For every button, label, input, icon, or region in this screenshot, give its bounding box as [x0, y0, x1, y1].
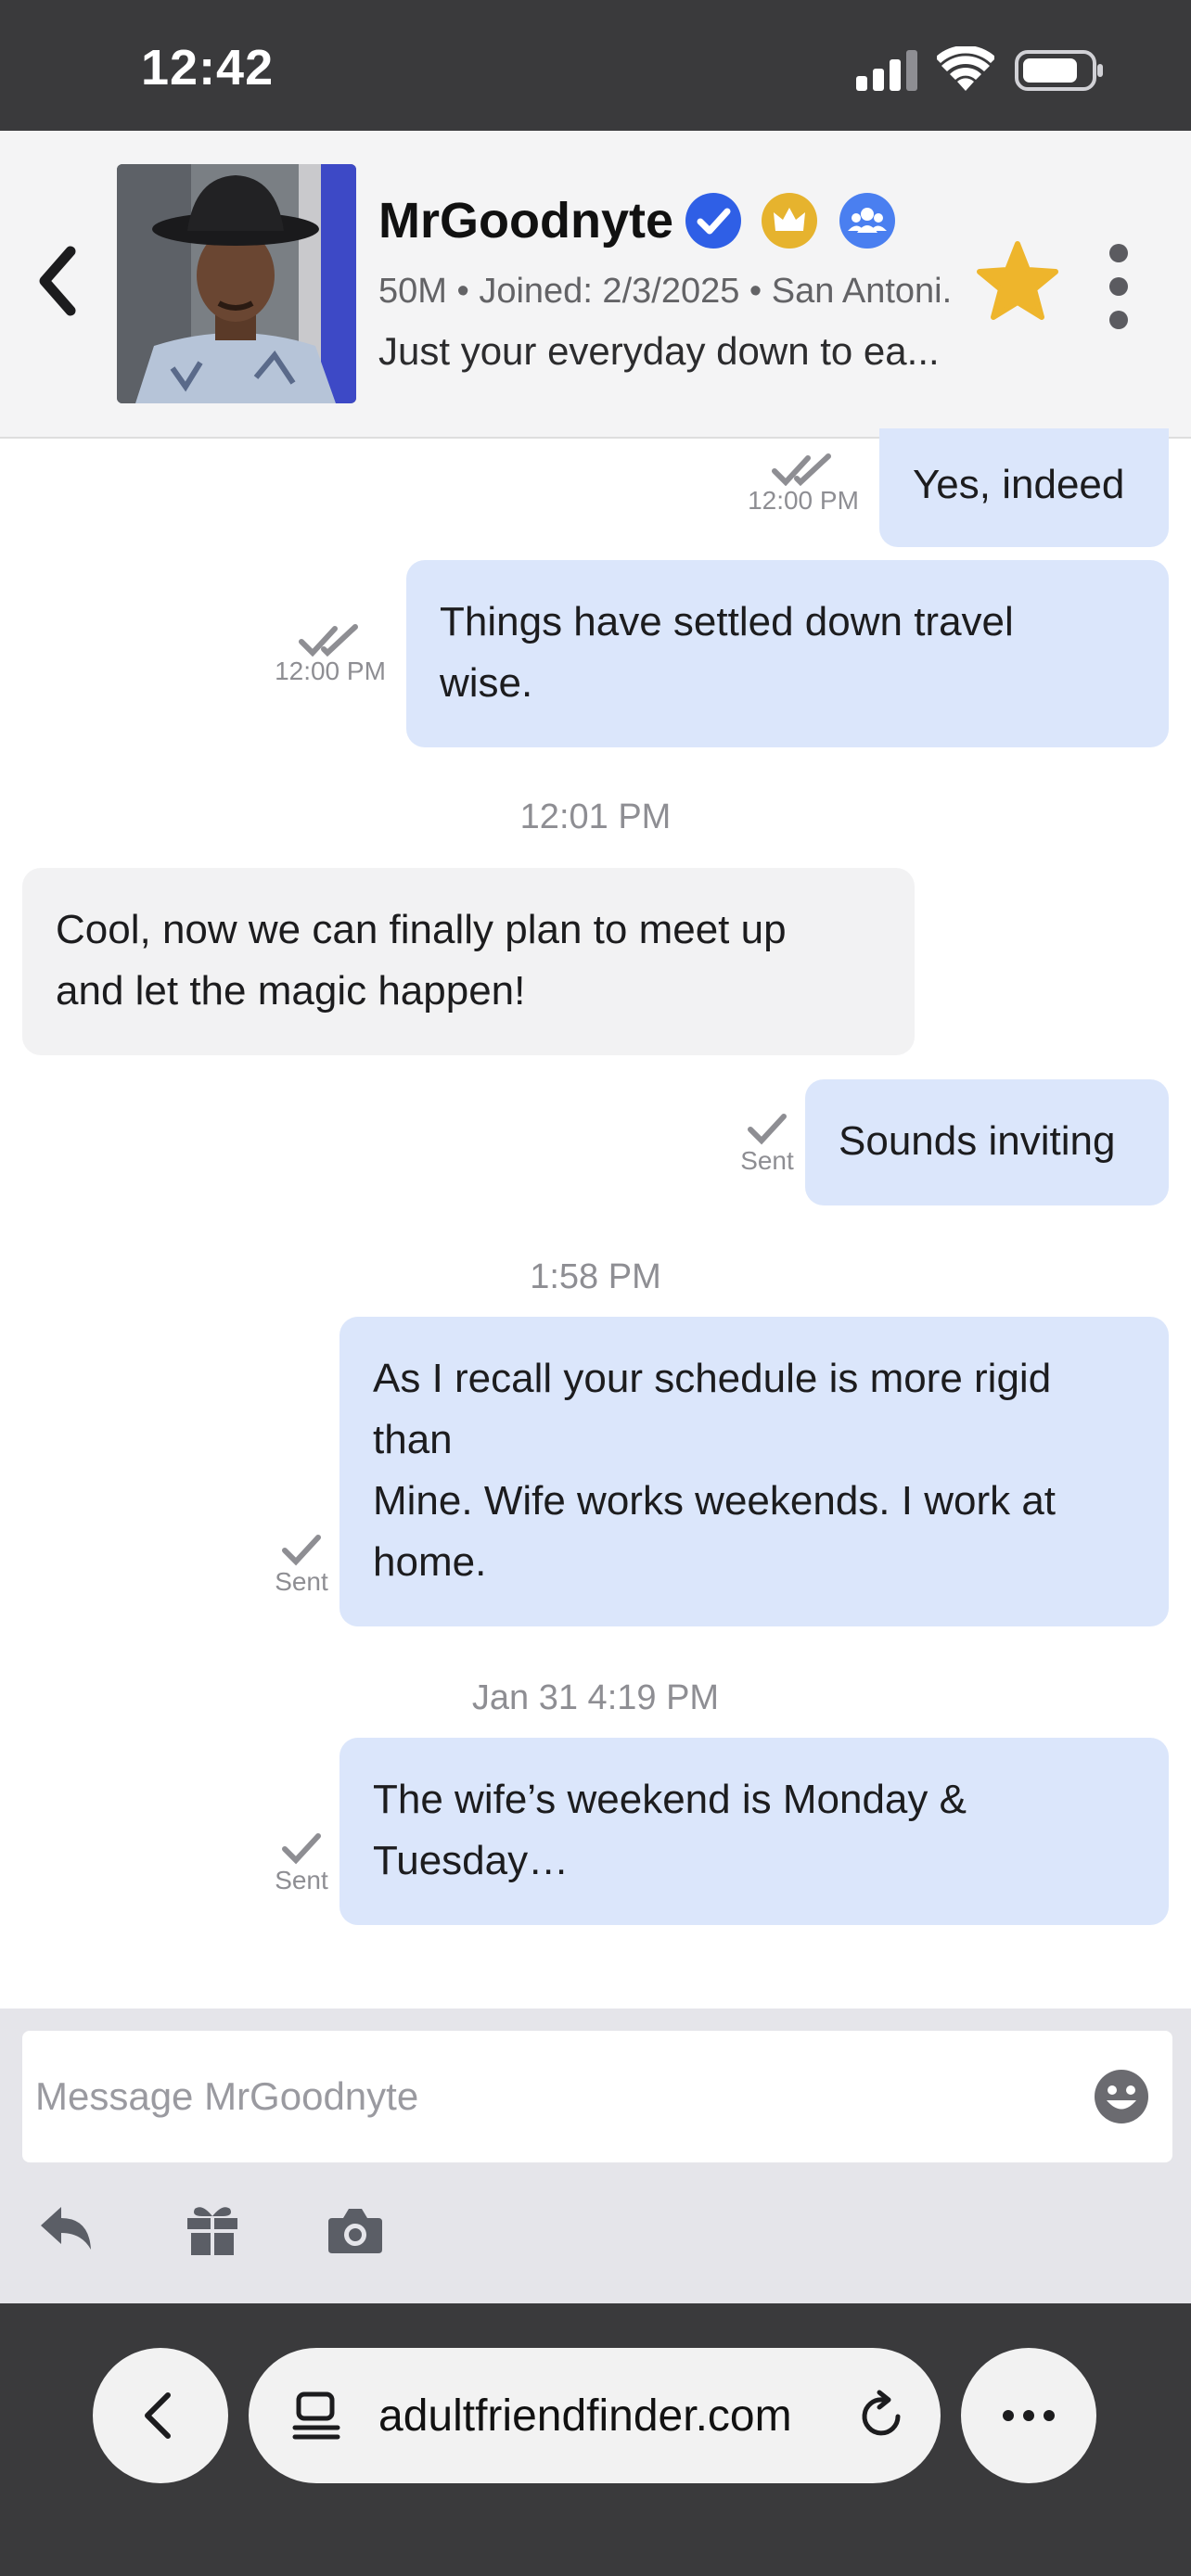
group-icon — [839, 192, 896, 249]
sent-receipt: Sent — [724, 1113, 811, 1176]
browser-more-button[interactable] — [961, 2348, 1096, 2483]
message-bubble-outgoing[interactable]: Sounds inviting — [805, 1079, 1169, 1205]
message-text: Sounds inviting — [839, 1118, 1116, 1164]
read-receipt: 12:00 PM — [275, 623, 386, 686]
receipt-time: 12:00 PM — [748, 486, 859, 515]
sent-receipt: Sent — [258, 1534, 345, 1597]
check-icon — [282, 1535, 321, 1566]
reply-icon[interactable] — [37, 2201, 95, 2259]
receipt-status: Sent — [740, 1146, 794, 1175]
more-horizontal-icon — [1003, 2410, 1055, 2421]
message-bubble-outgoing[interactable]: Yes, indeed — [879, 428, 1169, 547]
message-bubble-outgoing[interactable]: The wife’s weekend is Monday & Tuesday… — [339, 1738, 1169, 1925]
status-time: 12:42 — [141, 40, 275, 96]
profile-tagline: Just your everyday down to ea... — [378, 329, 940, 373]
gift-icon[interactable] — [184, 2201, 241, 2259]
receipt-time: 12:00 PM — [275, 657, 386, 685]
url-text: adultfriendfinder.com — [378, 2391, 792, 2441]
message-text: The wife’s weekend is Monday & Tuesday… — [373, 1777, 967, 1883]
sent-receipt: Sent — [258, 1832, 345, 1895]
signal-icon — [856, 50, 917, 91]
avatar[interactable] — [117, 164, 356, 403]
time-divider: Jan 31 4:19 PM — [471, 1678, 720, 1717]
composer — [0, 2009, 1191, 2303]
avatar-photo — [117, 164, 356, 403]
message-bubble-incoming[interactable]: Cool, now we can finally plan to meet up… — [22, 868, 915, 1055]
message-text: Yes, indeed — [913, 462, 1125, 507]
message-bubble-outgoing[interactable]: Things have settled down travel wise. — [406, 560, 1169, 747]
receipt-status: Sent — [275, 1567, 328, 1596]
browser-toolbar: adultfriendfinder.com — [0, 2303, 1191, 2576]
time-divider: 12:01 PM — [519, 797, 672, 836]
battery-icon — [1015, 50, 1103, 91]
chevron-left-icon[interactable] — [33, 244, 82, 318]
more-vertical-icon[interactable] — [1100, 242, 1137, 331]
receipt-status: Sent — [275, 1866, 328, 1894]
read-receipt: 12:00 PM — [748, 453, 859, 516]
message-text: As I recall your schedule is more rigid … — [373, 1356, 1057, 1585]
browser-back-button[interactable] — [93, 2348, 228, 2483]
message-bubble-outgoing[interactable]: As I recall your schedule is more rigid … — [339, 1317, 1169, 1626]
emoji-icon[interactable] — [1093, 2068, 1150, 2125]
crown-icon — [761, 192, 818, 249]
camera-icon[interactable] — [327, 2201, 384, 2259]
profile-name[interactable]: MrGoodnyte — [378, 192, 673, 249]
check-icon — [282, 1833, 321, 1865]
double-check-icon — [299, 624, 358, 657]
profile-meta: 50M • Joined: 2/3/2025 • San Antoni... — [378, 272, 954, 311]
tabs-icon[interactable] — [291, 2389, 345, 2442]
double-check-icon — [772, 453, 831, 486]
chat-header: MrGoodnyte 50M • Joined: 2/3/2025 • San … — [0, 131, 1191, 439]
message-text: Cool, now we can finally plan to meet up… — [56, 907, 787, 1014]
message-input[interactable] — [22, 2031, 1172, 2162]
status-bar: 12:42 — [0, 0, 1191, 131]
reload-icon[interactable] — [855, 2389, 909, 2442]
time-divider: 1:58 PM — [530, 1257, 661, 1296]
check-icon — [748, 1114, 787, 1145]
verified-check-icon — [685, 192, 742, 249]
address-bar[interactable]: adultfriendfinder.com — [249, 2348, 941, 2483]
star-icon[interactable] — [976, 240, 1059, 324]
message-text: Things have settled down travel wise. — [440, 599, 1014, 706]
chevron-left-icon — [145, 2392, 171, 2439]
wifi-icon — [937, 46, 994, 91]
